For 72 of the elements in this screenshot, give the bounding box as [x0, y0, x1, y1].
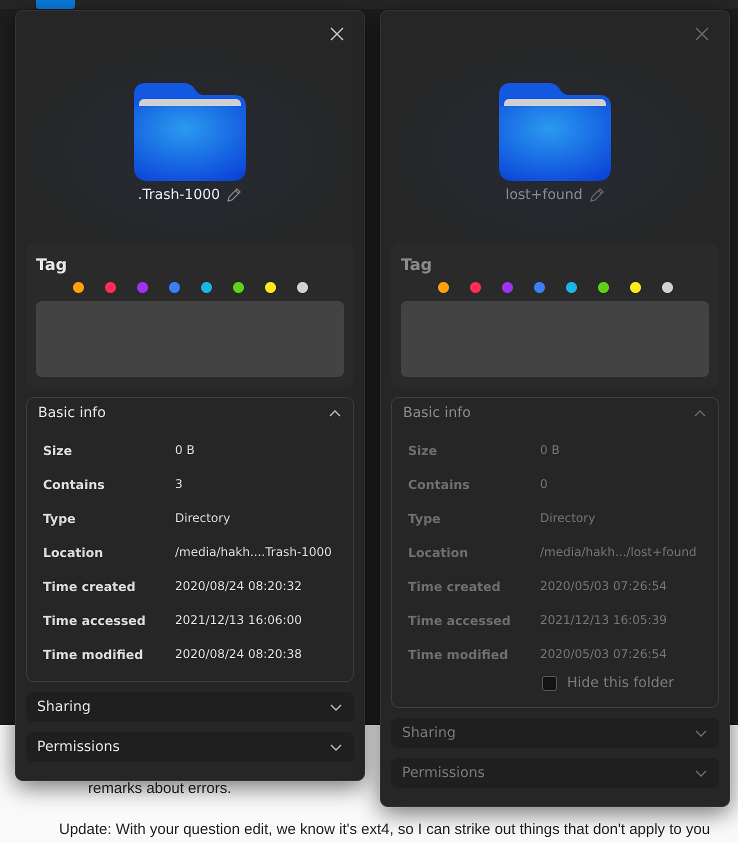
tag-title: Tag	[36, 255, 68, 274]
chevron-down-icon	[330, 704, 342, 710]
tag-color-dot[interactable]	[630, 282, 640, 293]
info-value: 0 B	[540, 442, 561, 459]
section-header[interactable]: Sharing	[26, 692, 354, 722]
hide-folder-checkbox[interactable]	[542, 676, 557, 690]
info-value: /media/hakh.../lost+found	[540, 544, 698, 561]
chevron-down-icon	[695, 770, 707, 776]
info-label: Time created	[408, 578, 502, 596]
info-value: 2020/08/24 08:20:38	[175, 646, 303, 663]
page-text: Update: With your question edit, we know it's ext4, so I can strike out things that don't apply to you	[59, 821, 712, 838]
info-value: 0 B	[175, 442, 196, 459]
info-label: Time modified	[43, 646, 144, 664]
basic-info-header[interactable]: Basic info	[27, 398, 353, 428]
info-label: Size	[43, 442, 74, 460]
tag-color-dot[interactable]	[534, 282, 544, 293]
checkbox-label: Hide this folder	[567, 675, 674, 691]
chevron-up-icon	[694, 410, 706, 416]
info-value: 2021/12/13 16:06:00	[175, 612, 303, 629]
tag-color-dot[interactable]	[662, 282, 672, 293]
chevron-up-icon	[329, 410, 341, 416]
tag-color-dot[interactable]	[72, 282, 84, 293]
tag-color-dot[interactable]	[296, 282, 308, 293]
info-value: 0	[540, 476, 549, 493]
tag-color-dot[interactable]	[136, 282, 148, 293]
info-label: Time created	[43, 578, 137, 596]
info-label: Size	[408, 442, 438, 460]
tag-input-field[interactable]	[36, 301, 344, 377]
close-icon	[695, 27, 709, 41]
chevron-down-icon	[695, 730, 707, 736]
info-label: Location	[43, 544, 104, 562]
basic-info-header[interactable]: Basic info	[392, 398, 718, 428]
info-value: 2020/05/03 07:26:54	[540, 646, 668, 663]
info-value: /media/hakh....Trash-1000	[175, 544, 333, 561]
tag-color-dot[interactable]	[104, 282, 116, 293]
tag-color-dot[interactable]	[502, 282, 512, 293]
section-header[interactable]: Sharing	[391, 718, 719, 748]
tag-color-dot[interactable]	[598, 282, 608, 293]
info-value: Directory	[540, 510, 596, 527]
info-label: Contains	[43, 476, 106, 494]
tag-color-dot[interactable]	[470, 282, 480, 293]
tag-color-dot[interactable]	[264, 282, 276, 293]
tag-input-field[interactable]	[401, 301, 709, 377]
info-value: 3	[175, 476, 184, 493]
info-label: Type	[43, 510, 77, 528]
info-value: 2020/05/03 07:26:54	[540, 578, 668, 595]
info-label: Type	[408, 510, 442, 528]
file-name: lost+found	[505, 187, 583, 203]
tag-color-dot[interactable]	[438, 282, 448, 293]
info-label: Contains	[408, 476, 471, 494]
section-header[interactable]: Permissions	[391, 758, 719, 788]
info-label: Time accessed	[43, 612, 147, 630]
chevron-down-icon	[330, 744, 342, 750]
info-value: 2020/08/24 08:20:32	[175, 578, 303, 595]
tag-title: Tag	[401, 255, 434, 274]
tag-color-dot[interactable]	[232, 282, 244, 293]
pencil-icon[interactable]	[588, 187, 605, 203]
close-icon	[330, 27, 344, 41]
info-label: Time accessed	[408, 612, 512, 630]
folder-icon	[134, 83, 246, 181]
info-value: Directory	[175, 510, 232, 527]
page-text: remarks about errors.	[87, 780, 232, 797]
section-header[interactable]: Permissions	[26, 732, 354, 762]
info-label: Time modified	[408, 646, 510, 664]
tag-color-dot[interactable]	[200, 282, 212, 293]
folder-icon	[499, 83, 611, 181]
info-label: Location	[408, 544, 470, 562]
info-value: 2021/12/13 16:05:39	[540, 612, 668, 629]
pencil-icon[interactable]	[226, 187, 242, 203]
tag-color-dot[interactable]	[566, 282, 576, 293]
file-name: .Trash-1000	[138, 187, 220, 203]
tag-color-dot[interactable]	[168, 282, 180, 293]
